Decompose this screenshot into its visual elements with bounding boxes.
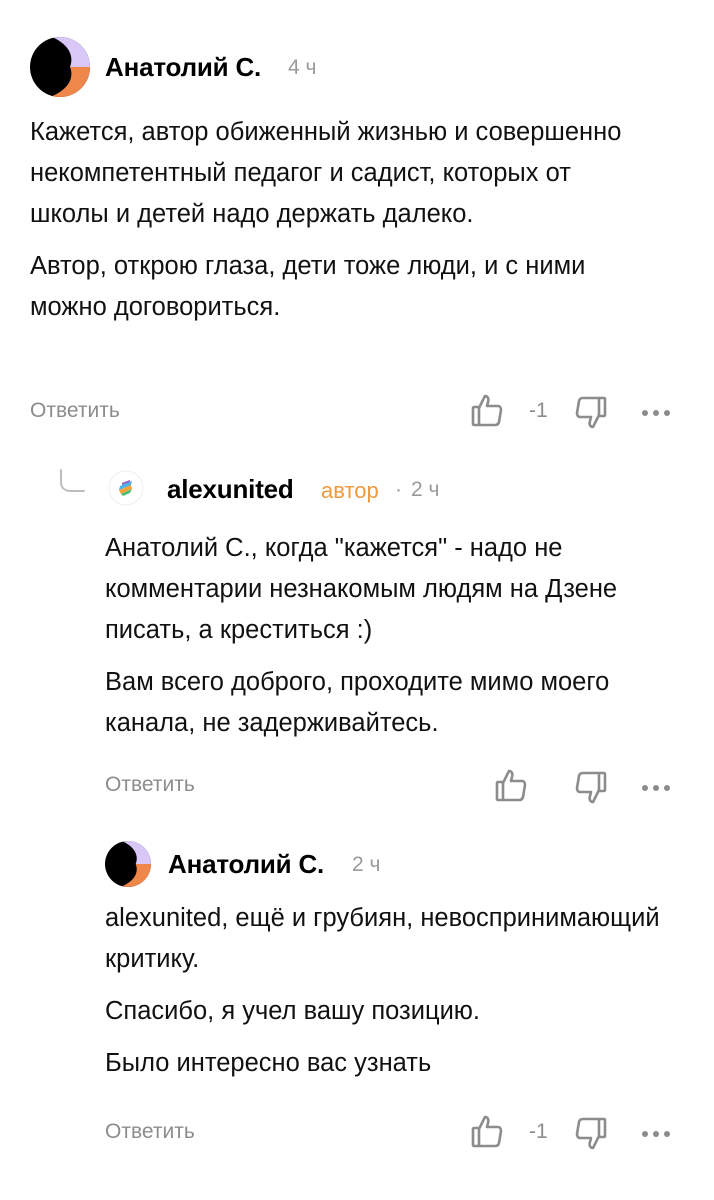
separator: ·	[395, 478, 402, 501]
dislike-icon[interactable]	[574, 1116, 608, 1152]
author-name[interactable]: alexunited	[167, 474, 294, 505]
timestamp: 2 ч	[352, 853, 381, 876]
comment-paragraph: Автор, открою глаза, дети тоже люди, и с…	[30, 252, 586, 321]
more-icon[interactable]	[641, 1125, 675, 1143]
comment-paragraph: Кажется, автор обиженный жизнью и соверш…	[30, 118, 622, 228]
reply-button[interactable]: Ответить	[105, 1120, 195, 1144]
author-name[interactable]: Анатолий С.	[105, 52, 261, 83]
comment-body: Анатолий С., когда "кажется" - надо не к…	[105, 528, 675, 744]
avatar[interactable]	[108, 470, 144, 511]
timestamp: 2 ч	[411, 478, 440, 501]
like-icon[interactable]	[494, 767, 528, 803]
reply-button[interactable]: Ответить	[30, 399, 120, 423]
like-count: -1	[529, 1120, 548, 1143]
thread-line-icon	[58, 468, 86, 499]
like-icon[interactable]	[470, 392, 504, 428]
comment-paragraph: Вам всего доброго, проходите мимо моего …	[105, 668, 610, 737]
dislike-icon[interactable]	[574, 770, 608, 806]
reply-button[interactable]: Ответить	[105, 773, 195, 797]
comment-paragraph: alexunited, ещё и грубиян, невоспринимаю…	[105, 904, 660, 973]
comment-paragraph: Было интересно вас узнать	[105, 1049, 432, 1077]
like-icon[interactable]	[470, 1113, 504, 1149]
avatar[interactable]	[105, 841, 151, 892]
comment-paragraph: Анатолий С., когда "кажется" - надо не к…	[105, 534, 618, 644]
like-count: -1	[529, 399, 548, 422]
more-icon[interactable]	[641, 779, 675, 797]
comment-body: Кажется, автор обиженный жизнью и соверш…	[30, 112, 650, 328]
more-icon[interactable]	[641, 404, 675, 422]
author-name[interactable]: Анатолий С.	[168, 849, 324, 880]
dislike-icon[interactable]	[574, 395, 608, 431]
comment-body: alexunited, ещё и грубиян, невоспринимаю…	[105, 898, 675, 1084]
timestamp: 4 ч	[288, 56, 317, 79]
author-badge: автор	[321, 478, 379, 503]
avatar[interactable]	[30, 37, 90, 102]
comment-paragraph: Спасибо, я учел вашу позицию.	[105, 997, 481, 1025]
